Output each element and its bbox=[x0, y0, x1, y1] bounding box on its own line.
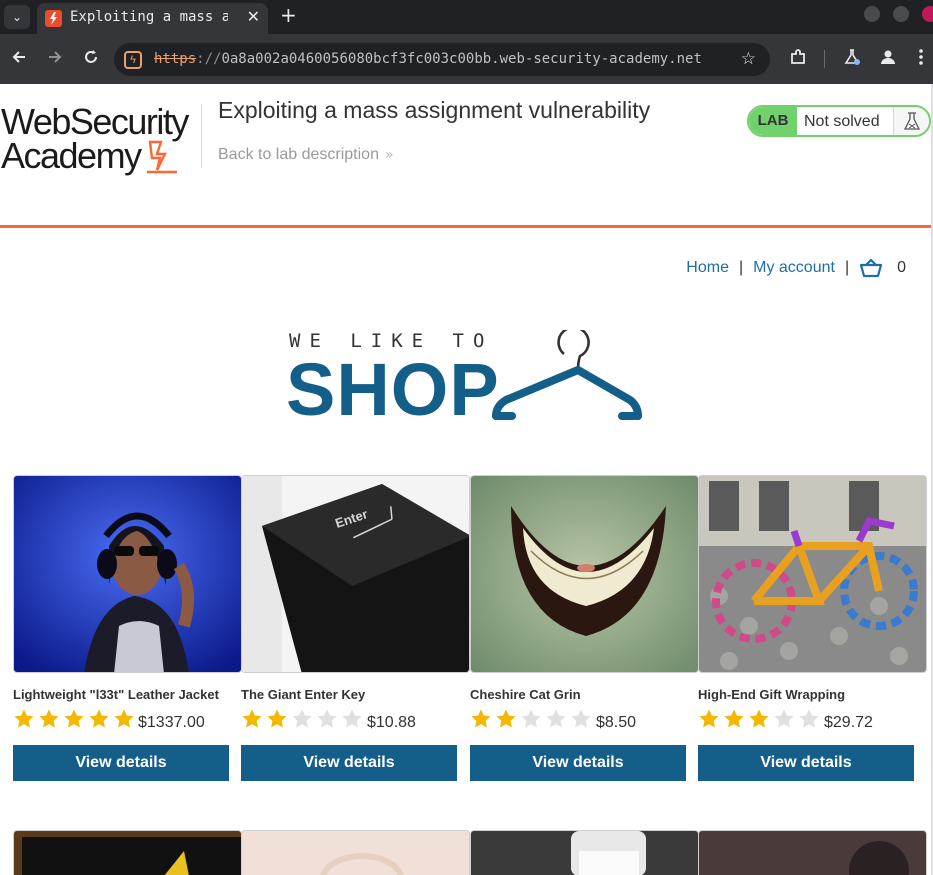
star-filled-icon bbox=[39, 709, 59, 728]
tab-title: Exploiting a mass assignment vulnerabili… bbox=[70, 9, 228, 25]
hanger-icon bbox=[492, 330, 642, 420]
nav-separator: | bbox=[738, 259, 744, 277]
product-image[interactable] bbox=[13, 475, 242, 673]
star-empty-icon bbox=[571, 709, 591, 728]
browser-toolbar: ϟ https://0a8a002a0460056080bcf3fc003c00… bbox=[0, 34, 933, 84]
star-filled-icon bbox=[14, 709, 34, 728]
product-name: High-End Gift Wrapping bbox=[698, 687, 846, 702]
lab-status-widget: LAB Not solved bbox=[747, 105, 931, 137]
academy-logo[interactable]: WebSecurity Academy bbox=[1, 103, 201, 177]
shop-nav: Home | My account | 0 bbox=[686, 258, 906, 280]
home-link[interactable]: Home bbox=[686, 259, 729, 276]
star-filled-icon bbox=[496, 709, 516, 728]
lab-title: Exploiting a mass assignment vulnerabili… bbox=[218, 97, 651, 123]
site-info-icon[interactable]: ϟ bbox=[124, 51, 142, 69]
cart-count: 0 bbox=[897, 259, 906, 277]
labs-icon[interactable] bbox=[843, 48, 861, 72]
profile-icon[interactable] bbox=[879, 48, 897, 72]
cart-icon[interactable] bbox=[859, 258, 883, 278]
star-filled-icon bbox=[471, 709, 491, 728]
product-image[interactable] bbox=[241, 830, 470, 875]
star-empty-icon bbox=[546, 709, 566, 728]
forward-icon[interactable] bbox=[46, 48, 64, 72]
window-close-icon[interactable] bbox=[922, 6, 933, 22]
address-bar[interactable]: ϟ https://0a8a002a0460056080bcf3fc003c00… bbox=[114, 43, 770, 76]
product-price: $10.88 bbox=[367, 714, 416, 731]
star-filled-icon bbox=[267, 709, 287, 728]
star-empty-icon bbox=[292, 709, 312, 728]
product-image[interactable] bbox=[698, 830, 927, 875]
minimize-icon[interactable] bbox=[864, 6, 880, 22]
favicon-icon bbox=[45, 10, 62, 27]
view-details-button[interactable]: View details bbox=[13, 745, 229, 781]
maximize-icon[interactable] bbox=[893, 6, 909, 22]
star-empty-icon bbox=[521, 709, 541, 728]
product-rating bbox=[698, 708, 823, 732]
browser-tab-bar: ⌄ Exploiting a mass assignment vulnerabi… bbox=[0, 0, 933, 34]
star-empty-icon bbox=[342, 709, 362, 728]
product-image[interactable] bbox=[470, 830, 699, 875]
back-icon[interactable] bbox=[10, 48, 28, 72]
header-rule bbox=[0, 225, 931, 228]
star-filled-icon bbox=[724, 709, 744, 728]
product-price: $8.50 bbox=[596, 714, 637, 731]
product-rating bbox=[241, 708, 366, 732]
double-chevron-icon: » bbox=[384, 147, 394, 163]
tab-close-icon[interactable]: ✕ bbox=[247, 7, 260, 26]
logo-text-line2: Academy bbox=[1, 135, 142, 176]
my-account-link[interactable]: My account bbox=[753, 259, 835, 276]
product-price: $29.72 bbox=[824, 714, 873, 731]
product-name: Lightweight "l33t" Leather Jacket bbox=[13, 687, 219, 702]
back-to-lab-link[interactable]: Back to lab description» bbox=[218, 146, 394, 164]
view-details-button[interactable]: View details bbox=[698, 745, 914, 781]
star-filled-icon bbox=[242, 709, 262, 728]
tab-search-icon[interactable]: ⌄ bbox=[4, 5, 30, 29]
bookmark-star-icon[interactable]: ☆ bbox=[741, 49, 756, 69]
star-empty-icon bbox=[317, 709, 337, 728]
star-filled-icon bbox=[114, 709, 134, 728]
product-image[interactable] bbox=[13, 830, 242, 875]
reload-icon[interactable] bbox=[82, 48, 100, 72]
nav-separator: | bbox=[844, 259, 850, 277]
url-text[interactable]: https://0a8a002a0460056080bcf3fc003c00bb… bbox=[154, 51, 730, 67]
header-divider bbox=[201, 104, 202, 168]
browser-tab[interactable]: Exploiting a mass assignment vulnerabili… bbox=[37, 3, 268, 34]
star-empty-icon bbox=[799, 709, 819, 728]
product-image[interactable] bbox=[698, 475, 927, 673]
product-image[interactable]: Enter bbox=[241, 475, 470, 673]
lab-badge: LAB bbox=[749, 107, 797, 135]
view-details-button[interactable]: View details bbox=[241, 745, 457, 781]
star-filled-icon bbox=[699, 709, 719, 728]
hero-title: SHOP bbox=[286, 348, 500, 431]
star-filled-icon bbox=[64, 709, 84, 728]
view-details-button[interactable]: View details bbox=[470, 745, 686, 781]
extensions-icon[interactable] bbox=[789, 48, 807, 72]
menu-icon[interactable] bbox=[918, 48, 924, 72]
product-image[interactable] bbox=[470, 475, 699, 673]
star-filled-icon bbox=[89, 709, 109, 728]
star-filled-icon bbox=[749, 709, 769, 728]
flask-icon bbox=[893, 107, 929, 135]
product-price: $1337.00 bbox=[138, 714, 205, 731]
toolbar-divider bbox=[824, 50, 825, 68]
star-empty-icon bbox=[774, 709, 794, 728]
product-name: The Giant Enter Key bbox=[241, 687, 366, 702]
lab-status-text: Not solved bbox=[804, 113, 880, 130]
product-rating bbox=[13, 708, 138, 732]
product-rating bbox=[470, 708, 595, 732]
product-name: Cheshire Cat Grin bbox=[470, 687, 581, 702]
new-tab-icon[interactable]: + bbox=[280, 3, 297, 27]
logo-bolt-icon bbox=[147, 140, 177, 174]
